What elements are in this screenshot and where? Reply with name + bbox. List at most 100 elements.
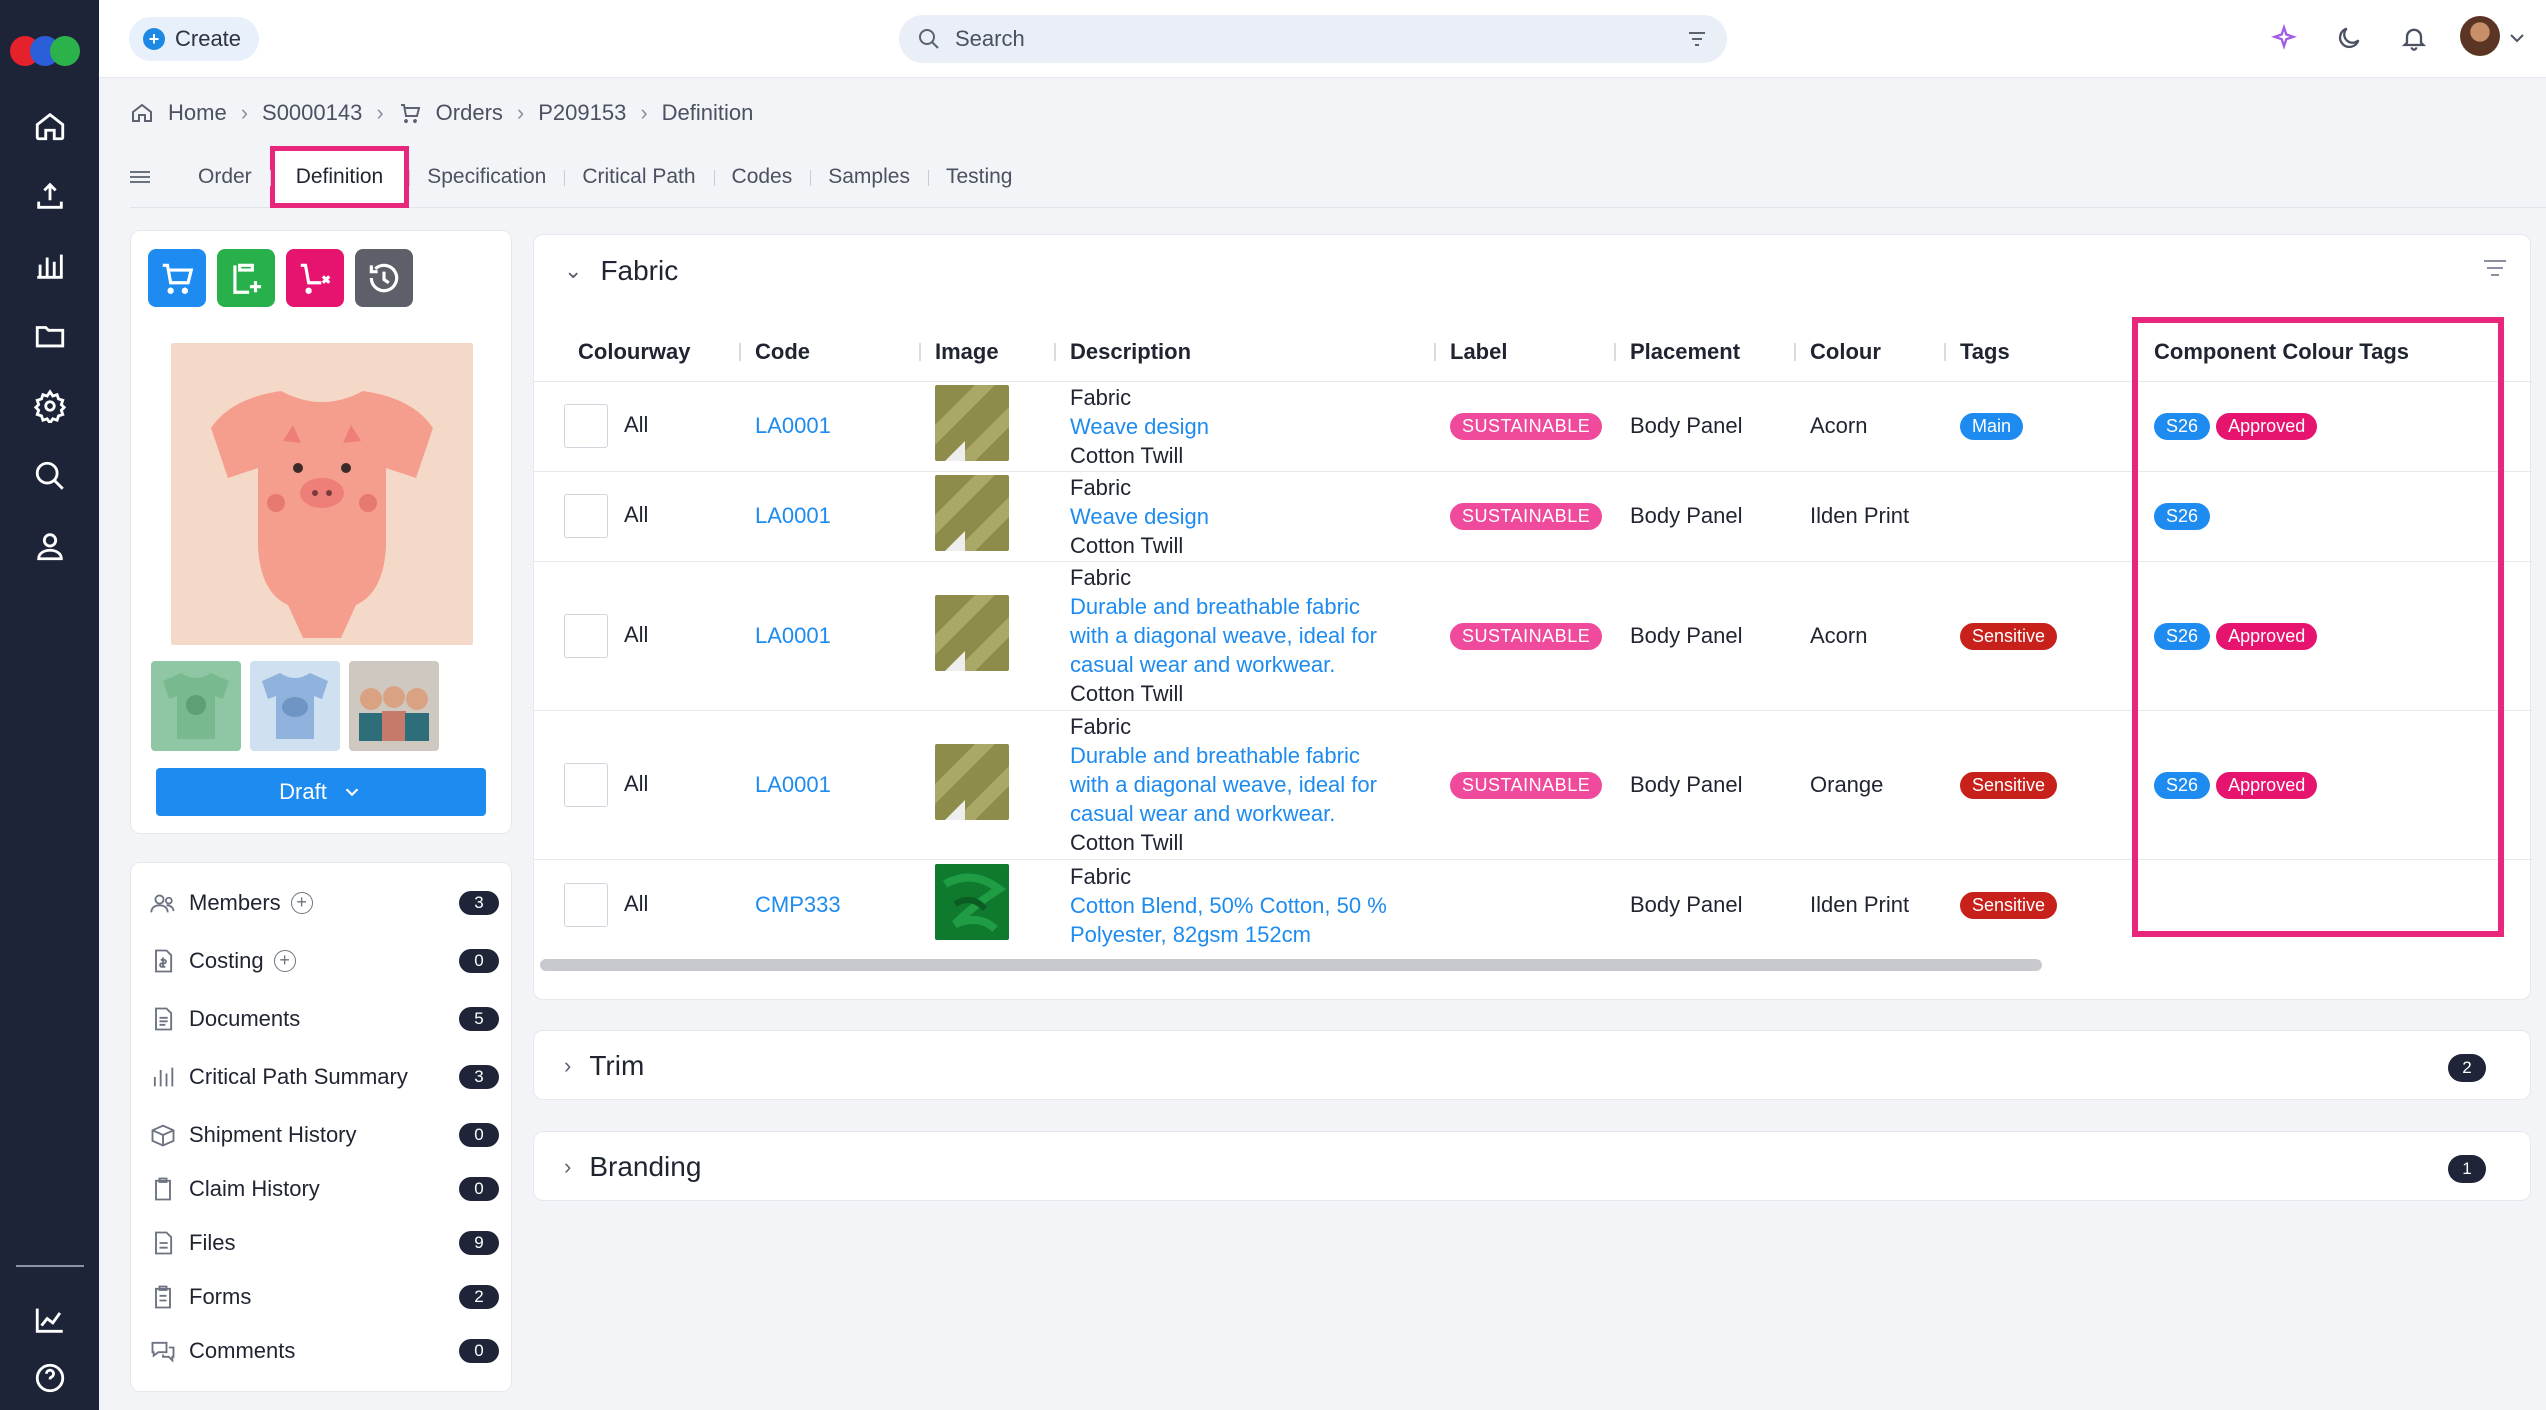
cart-add-button[interactable] — [148, 249, 206, 307]
filter-icon[interactable] — [1685, 27, 1709, 51]
side-item-claim-history[interactable]: Claim History 0 — [149, 1169, 499, 1209]
table-row[interactable]: All CMP333 Fabric Cotton Blend, 50% Cotto… — [534, 859, 2532, 951]
column-header[interactable]: Placement — [1616, 323, 1796, 382]
breadcrumb-orders[interactable]: Orders — [436, 100, 503, 126]
thumbnail-photo[interactable] — [349, 661, 439, 751]
column-header[interactable]: Component Colour Tags — [2124, 323, 2532, 382]
description-link[interactable]: Weave design — [1070, 412, 1436, 441]
breadcrumb-style[interactable]: S0000143 — [262, 100, 362, 126]
column-header[interactable]: Image — [921, 323, 1056, 382]
fabric-swatch-image[interactable] — [935, 475, 1009, 551]
filter-icon[interactable] — [2480, 255, 2510, 285]
description-link[interactable]: Cotton Blend, 50% Cotton, 50 % Polyester… — [1070, 891, 1390, 949]
add-icon[interactable]: + — [273, 950, 296, 972]
side-item-costing[interactable]: Costing + 0 — [149, 941, 499, 981]
breadcrumb-order[interactable]: P209153 — [538, 100, 626, 126]
side-menu: Members + 3 Costing + 0 Documents 5 Crit… — [130, 862, 512, 1392]
tab-definition[interactable]: Definition — [269, 145, 410, 208]
tab-codes[interactable]: Codes — [713, 146, 811, 208]
settings-icon[interactable] — [0, 378, 99, 434]
chevron-down-icon[interactable] — [2505, 20, 2529, 56]
row-checkbox[interactable] — [564, 404, 608, 448]
column-header[interactable]: Colour — [1796, 323, 1946, 382]
branding-section[interactable]: › Branding 1 — [533, 1131, 2531, 1201]
fabric-header[interactable]: ⌄ Fabric — [564, 251, 678, 291]
row-checkbox[interactable] — [564, 494, 608, 538]
horizontal-scrollbar[interactable] — [540, 959, 2042, 971]
menu-icon[interactable] — [130, 168, 180, 186]
breadcrumb-home[interactable]: Home — [168, 100, 227, 126]
chevron-down-icon: ⌄ — [564, 258, 583, 283]
colour-cell: Ilden Print — [1810, 892, 1910, 918]
fabric-swatch-image[interactable] — [935, 864, 1009, 941]
chart-icon[interactable] — [0, 238, 99, 294]
fabric-swatch-image[interactable] — [935, 385, 1009, 461]
row-checkbox[interactable] — [564, 883, 608, 928]
upload-icon[interactable] — [0, 168, 99, 224]
tab-testing[interactable]: Testing — [927, 146, 1031, 208]
code-link[interactable]: LA0001 — [755, 503, 831, 528]
row-checkbox[interactable] — [564, 762, 608, 807]
side-item-members[interactable]: Members + 3 — [149, 883, 499, 923]
side-item-critical-path-summary[interactable]: Critical Path Summary 3 — [149, 1057, 499, 1097]
side-item-shipment-history[interactable]: Shipment History 0 — [149, 1115, 499, 1155]
fabric-table: Colourway Code Image Description Label P… — [534, 323, 2532, 951]
history-button[interactable] — [355, 249, 413, 307]
clipboard-add-button[interactable] — [217, 249, 275, 307]
tab-critical-path[interactable]: Critical Path — [564, 146, 713, 208]
description-link[interactable]: Weave design — [1070, 502, 1436, 531]
code-link[interactable]: LA0001 — [755, 772, 831, 797]
description-material: Cotton Twill — [1070, 830, 1184, 855]
side-item-files[interactable]: Files 9 — [149, 1223, 499, 1263]
table-row[interactable]: All LA0001 Fabric Durable and breathable … — [534, 561, 2532, 711]
column-header[interactable]: Colourway — [534, 323, 741, 382]
row-checkbox[interactable] — [564, 613, 608, 658]
bell-icon[interactable] — [2396, 20, 2432, 56]
side-item-forms[interactable]: Forms 2 — [149, 1277, 499, 1317]
trim-section[interactable]: › Trim 2 — [533, 1030, 2531, 1100]
trim-header[interactable]: › Trim — [564, 1046, 644, 1086]
folder-icon[interactable] — [0, 308, 99, 364]
description-link[interactable]: Durable and breathable fabric with a dia… — [1070, 592, 1390, 679]
side-item-documents[interactable]: Documents 5 — [149, 999, 499, 1039]
search-icon[interactable] — [0, 448, 99, 504]
column-header[interactable]: Code — [741, 323, 921, 382]
table-row[interactable]: All LA0001 Fabric Weave design Cotton Twil… — [534, 471, 2532, 562]
chevron-right-icon: › — [564, 1053, 572, 1078]
app-logo[interactable] — [10, 36, 90, 66]
thumbnail-green[interactable] — [151, 661, 241, 751]
help-icon[interactable] — [0, 1350, 99, 1406]
colour-cell: Acorn — [1796, 381, 1946, 472]
fabric-swatch-image[interactable] — [935, 743, 1009, 820]
nav-rail — [0, 0, 99, 1410]
thumbnail-blue[interactable] — [250, 661, 340, 751]
code-link[interactable]: CMP333 — [755, 892, 841, 917]
user-icon[interactable] — [0, 518, 99, 574]
column-header[interactable]: Description — [1056, 323, 1436, 382]
tab-order[interactable]: Order — [180, 146, 270, 208]
table-row[interactable]: All LA0001 Fabric Weave design Cotton Twil… — [534, 381, 2532, 472]
status-dropdown-button[interactable]: Draft — [156, 768, 486, 816]
cart-remove-button[interactable] — [286, 249, 344, 307]
code-link[interactable]: LA0001 — [755, 623, 831, 648]
analytics-icon[interactable] — [0, 1292, 99, 1348]
product-image[interactable] — [171, 343, 473, 645]
tab-specification[interactable]: Specification — [409, 146, 564, 208]
branding-header[interactable]: › Branding — [564, 1147, 701, 1187]
add-icon[interactable]: + — [290, 892, 313, 914]
fabric-swatch-image[interactable] — [935, 594, 1009, 671]
search-input[interactable] — [955, 26, 1671, 52]
side-item-comments[interactable]: Comments 0 — [149, 1331, 499, 1371]
column-header[interactable]: Label — [1436, 323, 1616, 382]
dark-mode-icon[interactable] — [2331, 20, 2367, 56]
product-card: Draft — [130, 230, 512, 834]
create-button[interactable]: + Create — [129, 17, 260, 61]
home-icon[interactable] — [0, 98, 99, 154]
sparkle-icon[interactable] — [2266, 20, 2302, 56]
code-link[interactable]: LA0001 — [755, 413, 831, 438]
tab-samples[interactable]: Samples — [810, 146, 928, 208]
table-row[interactable]: All LA0001 Fabric Durable and breathable … — [534, 710, 2532, 860]
description-link[interactable]: Durable and breathable fabric with a dia… — [1070, 741, 1390, 828]
column-header[interactable]: Tags — [1946, 323, 2124, 382]
avatar[interactable] — [2460, 16, 2500, 56]
